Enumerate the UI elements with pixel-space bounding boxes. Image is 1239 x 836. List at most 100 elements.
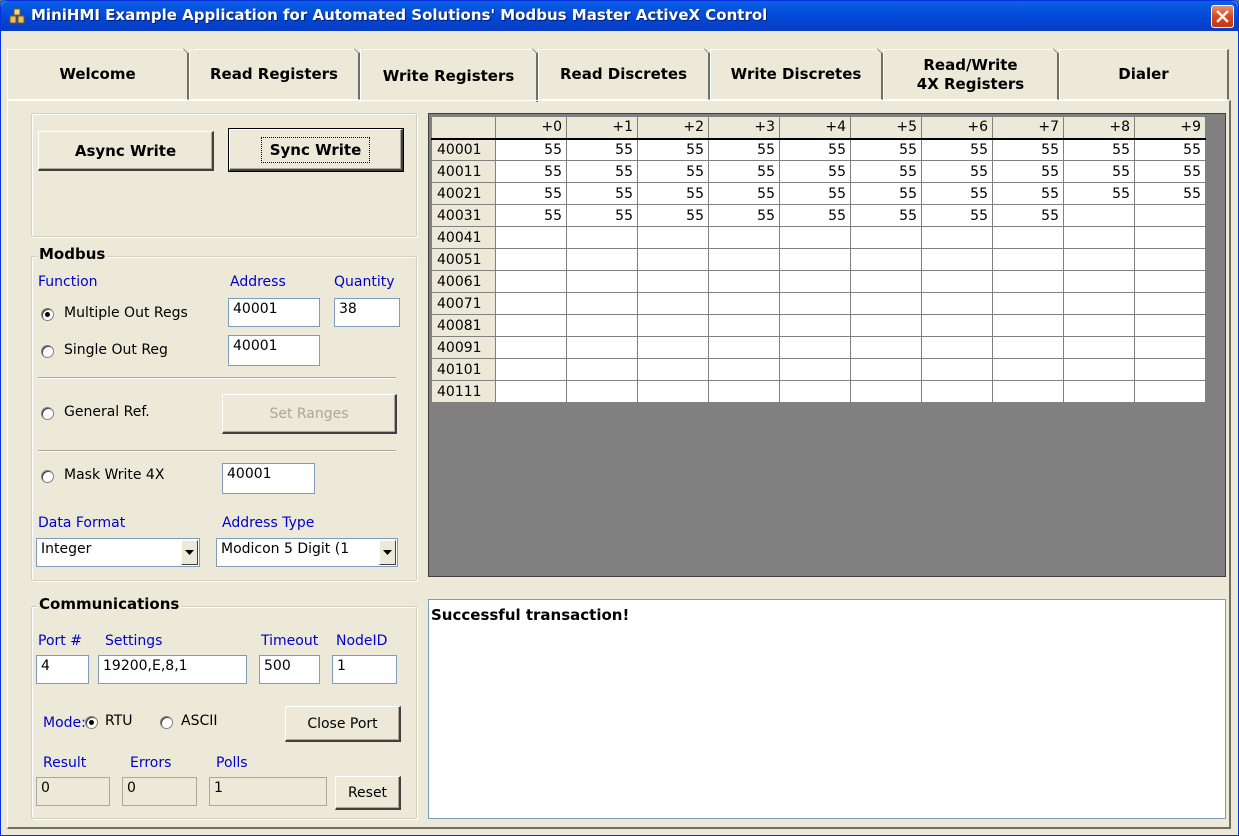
register-cell[interactable]: 55 <box>779 160 851 183</box>
data-format-select[interactable]: Integer <box>36 538 200 567</box>
register-cell[interactable] <box>1063 292 1135 315</box>
register-cell[interactable] <box>1134 226 1206 249</box>
register-cell[interactable] <box>708 226 780 249</box>
register-cell[interactable]: 55 <box>1134 160 1206 183</box>
multiple-out-regs-radio[interactable] <box>41 308 54 321</box>
register-cell[interactable]: 55 <box>779 182 851 205</box>
register-cell[interactable]: 55 <box>921 182 993 205</box>
register-cell[interactable] <box>495 248 567 271</box>
register-cell[interactable]: 55 <box>779 138 851 161</box>
single-out-reg-radio[interactable] <box>41 345 54 358</box>
register-cell[interactable] <box>1063 358 1135 381</box>
register-cell[interactable] <box>779 314 851 337</box>
close-button[interactable] <box>1211 5 1234 28</box>
register-cell[interactable] <box>1134 380 1206 403</box>
tab-read-write-4x-registers[interactable]: Read/Write 4X Registers <box>883 44 1063 100</box>
register-cell[interactable] <box>921 380 993 403</box>
register-cell[interactable] <box>495 380 567 403</box>
mask-write-4x-radio[interactable] <box>41 470 54 483</box>
multiple-address-input[interactable]: 40001 <box>228 298 320 327</box>
register-cell[interactable] <box>850 226 922 249</box>
register-cell[interactable]: 55 <box>566 182 638 205</box>
address-type-select[interactable]: Modicon 5 Digit (1 <box>216 538 398 567</box>
reset-button[interactable]: Reset <box>335 776 401 810</box>
register-cell[interactable]: 55 <box>850 182 922 205</box>
settings-input[interactable]: 19200,E,8,1 <box>98 655 247 684</box>
register-cell[interactable] <box>992 292 1064 315</box>
register-cell[interactable]: 55 <box>921 138 993 161</box>
register-cell[interactable]: 55 <box>566 160 638 183</box>
register-cell[interactable] <box>566 358 638 381</box>
rtu-radio[interactable] <box>85 716 98 729</box>
register-cell[interactable] <box>992 270 1064 293</box>
register-cell[interactable] <box>566 248 638 271</box>
register-cell[interactable] <box>1063 226 1135 249</box>
register-cell[interactable] <box>566 314 638 337</box>
register-cell[interactable] <box>708 270 780 293</box>
register-grid[interactable]: +0 +1 +2 +3 +4 +5 +6 +7 +8 +9 40001 55 55 55 55 55 55 55 5… <box>428 113 1226 577</box>
register-cell[interactable] <box>992 314 1064 337</box>
quantity-input[interactable]: 38 <box>334 298 400 327</box>
tab-read-discretes[interactable]: Read Discretes <box>538 44 714 100</box>
title-bar[interactable]: MiniHMI Example Application for Automate… <box>1 1 1238 31</box>
register-cell[interactable] <box>1134 314 1206 337</box>
mask-address-input[interactable]: 40001 <box>222 463 315 494</box>
register-cell[interactable]: 55 <box>1063 138 1135 161</box>
register-cell[interactable] <box>850 292 922 315</box>
register-cell[interactable] <box>779 292 851 315</box>
register-cell[interactable] <box>850 380 922 403</box>
register-cell[interactable]: 55 <box>1063 182 1135 205</box>
register-cell[interactable] <box>637 380 709 403</box>
register-cell[interactable] <box>1134 270 1206 293</box>
register-cell[interactable] <box>495 226 567 249</box>
register-cell[interactable]: 55 <box>495 160 567 183</box>
register-cell[interactable]: 55 <box>992 138 1064 161</box>
register-cell[interactable]: 55 <box>850 138 922 161</box>
register-cell[interactable]: 55 <box>708 138 780 161</box>
register-cell[interactable]: 55 <box>566 138 638 161</box>
register-cell[interactable] <box>921 314 993 337</box>
register-cell[interactable] <box>850 248 922 271</box>
status-message-box[interactable]: Successful transaction! <box>428 599 1226 819</box>
register-cell[interactable] <box>1063 248 1135 271</box>
register-cell[interactable] <box>495 292 567 315</box>
register-cell[interactable] <box>850 336 922 359</box>
register-cell[interactable] <box>779 358 851 381</box>
register-cell[interactable] <box>921 336 993 359</box>
register-cell[interactable]: 55 <box>495 182 567 205</box>
register-cell[interactable]: 55 <box>566 204 638 227</box>
register-cell[interactable]: 55 <box>708 182 780 205</box>
register-cell[interactable] <box>495 314 567 337</box>
register-cell[interactable] <box>708 336 780 359</box>
register-cell[interactable] <box>850 358 922 381</box>
register-cell[interactable]: 55 <box>992 160 1064 183</box>
register-cell[interactable]: 55 <box>637 204 709 227</box>
register-cell[interactable] <box>779 336 851 359</box>
register-cell[interactable]: 55 <box>1134 138 1206 161</box>
general-ref-radio[interactable] <box>41 407 54 420</box>
register-cell[interactable] <box>566 226 638 249</box>
tab-read-registers[interactable]: Read Registers <box>189 44 364 100</box>
chevron-down-icon[interactable] <box>379 540 396 565</box>
tab-dialer[interactable]: Dialer <box>1059 49 1229 100</box>
register-cell[interactable] <box>992 336 1064 359</box>
register-cell[interactable]: 55 <box>495 204 567 227</box>
register-cell[interactable]: 55 <box>495 138 567 161</box>
register-cell[interactable] <box>708 380 780 403</box>
register-cell[interactable] <box>992 358 1064 381</box>
register-cell[interactable] <box>637 226 709 249</box>
register-cell[interactable] <box>779 248 851 271</box>
tab-welcome[interactable]: Welcome <box>7 44 193 100</box>
register-cell[interactable] <box>921 248 993 271</box>
nodeid-input[interactable]: 1 <box>332 655 397 684</box>
register-cell[interactable]: 55 <box>779 204 851 227</box>
register-cell[interactable] <box>1063 314 1135 337</box>
register-cell[interactable] <box>637 336 709 359</box>
async-write-button[interactable]: Async Write <box>38 131 214 171</box>
tab-write-discretes[interactable]: Write Discretes <box>710 44 887 100</box>
register-cell[interactable] <box>1134 358 1206 381</box>
register-cell[interactable]: 55 <box>637 160 709 183</box>
register-cell[interactable]: 55 <box>1134 182 1206 205</box>
register-cell[interactable] <box>992 380 1064 403</box>
register-cell[interactable]: 55 <box>992 182 1064 205</box>
